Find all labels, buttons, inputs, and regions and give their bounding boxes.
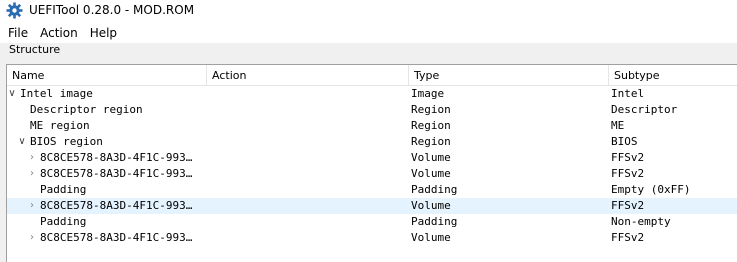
tree-cell-name: Padding <box>7 182 207 198</box>
menu-action[interactable]: Action <box>34 24 84 43</box>
tree-cell-type: Volume <box>411 199 451 212</box>
tree-row-name: Padding <box>40 215 87 228</box>
tree-cell-type: Region <box>411 119 451 132</box>
tree-row[interactable]: ME region Region ME <box>7 118 737 134</box>
chevron-down-icon[interactable]: ∨ <box>7 86 17 102</box>
gear-icon <box>6 2 23 19</box>
tree-row-name: Descriptor region <box>30 103 143 116</box>
tree-cell-type: Padding <box>411 215 458 228</box>
tree-cell-subtype: Intel <box>611 87 645 100</box>
tree-row[interactable]: › 8C8CE578-8A3D-4F1C-993… Volume FFSv2 <box>7 150 737 166</box>
structure-group-label: Structure <box>9 43 61 56</box>
menu-help[interactable]: Help <box>84 24 123 43</box>
menu-bar: File Action Help <box>0 24 737 43</box>
tree-cell-subtype: BIOS <box>611 135 638 148</box>
tree-row[interactable]: ∨ Intel image Image Intel <box>7 86 737 102</box>
tree-row-name: 8C8CE578-8A3D-4F1C-993… <box>40 231 193 244</box>
tree-cell-type: Padding <box>411 183 458 196</box>
tree-row[interactable]: ∨ BIOS region Region BIOS <box>7 134 737 150</box>
tree-cell-name: ME region <box>7 118 207 134</box>
tree-row[interactable]: Padding Padding Empty (0xFF) <box>7 182 737 198</box>
tree-cell-subtype: ME <box>611 119 625 132</box>
tree-row-name: 8C8CE578-8A3D-4F1C-993… <box>40 199 193 212</box>
tree-cell-subtype: FFSv2 <box>611 151 645 164</box>
menu-file[interactable]: File <box>0 24 34 43</box>
tree-cell-name: › 8C8CE578-8A3D-4F1C-993… <box>7 150 207 166</box>
tree-row-name: BIOS region <box>30 135 103 148</box>
tree-cell-type: Volume <box>411 151 451 164</box>
tree-row-name: ME region <box>30 119 90 132</box>
chevron-right-icon[interactable]: › <box>27 230 37 246</box>
tree-cell-type: Region <box>411 135 451 148</box>
tree-cell-subtype: Non-empty <box>611 215 671 228</box>
chevron-right-icon[interactable]: › <box>27 166 37 182</box>
tree-cell-subtype: Empty (0xFF) <box>611 183 691 196</box>
column-header-type[interactable]: Type <box>409 65 609 86</box>
tree-cell-subtype: FFSv2 <box>611 167 645 180</box>
tree-cell-name: ∨ Intel image <box>7 86 207 102</box>
tree-row[interactable]: Descriptor region Region Descriptor <box>7 102 737 118</box>
tree-cell-subtype: FFSv2 <box>611 199 645 212</box>
structure-tree[interactable]: Name Action Type Subtype ∨ Intel image Ima… <box>6 64 737 262</box>
chevron-right-icon[interactable]: › <box>27 198 37 214</box>
tree-cell-name: › 8C8CE578-8A3D-4F1C-993… <box>7 230 207 246</box>
tree-cell-name: ∨ BIOS region <box>7 134 207 150</box>
tree-row[interactable]: Padding Padding Non-empty <box>7 214 737 230</box>
tree-row-name: 8C8CE578-8A3D-4F1C-993… <box>40 151 193 164</box>
tree-cell-type: Region <box>411 103 451 116</box>
tree-row[interactable]: › 8C8CE578-8A3D-4F1C-993… Volume FFSv2 <box>7 166 737 182</box>
tree-cell-subtype: FFSv2 <box>611 231 645 244</box>
column-header-name[interactable]: Name <box>7 65 207 86</box>
tree-cell-name: › 8C8CE578-8A3D-4F1C-993… <box>7 198 207 214</box>
tree-cell-name: › 8C8CE578-8A3D-4F1C-993… <box>7 166 207 182</box>
chevron-right-icon[interactable]: › <box>27 150 37 166</box>
column-header-action[interactable]: Action <box>207 65 409 86</box>
tree-row-name: Intel image <box>20 87 93 100</box>
window-title: UEFITool 0.28.0 - MOD.ROM <box>29 3 195 17</box>
column-header-subtype[interactable]: Subtype <box>609 65 737 86</box>
tree-cell-type: Image <box>411 87 445 100</box>
tree-cell-type: Volume <box>411 167 451 180</box>
tree-row-name: 8C8CE578-8A3D-4F1C-993… <box>40 167 193 180</box>
tree-cell-subtype: Descriptor <box>611 103 678 116</box>
title-bar: UEFITool 0.28.0 - MOD.ROM <box>0 0 737 22</box>
tree-header: Name Action Type Subtype <box>7 65 737 86</box>
tree-row[interactable]: › 8C8CE578-8A3D-4F1C-993… Volume FFSv2 <box>7 230 737 246</box>
tree-row[interactable]: › 8C8CE578-8A3D-4F1C-993… Volume FFSv2 <box>7 198 737 214</box>
tree-cell-name: Descriptor region <box>7 102 207 118</box>
chevron-down-icon[interactable]: ∨ <box>17 134 27 150</box>
tree-cell-type: Volume <box>411 231 451 244</box>
tree-cell-name: Padding <box>7 214 207 230</box>
tree-row-name: Padding <box>40 183 87 196</box>
